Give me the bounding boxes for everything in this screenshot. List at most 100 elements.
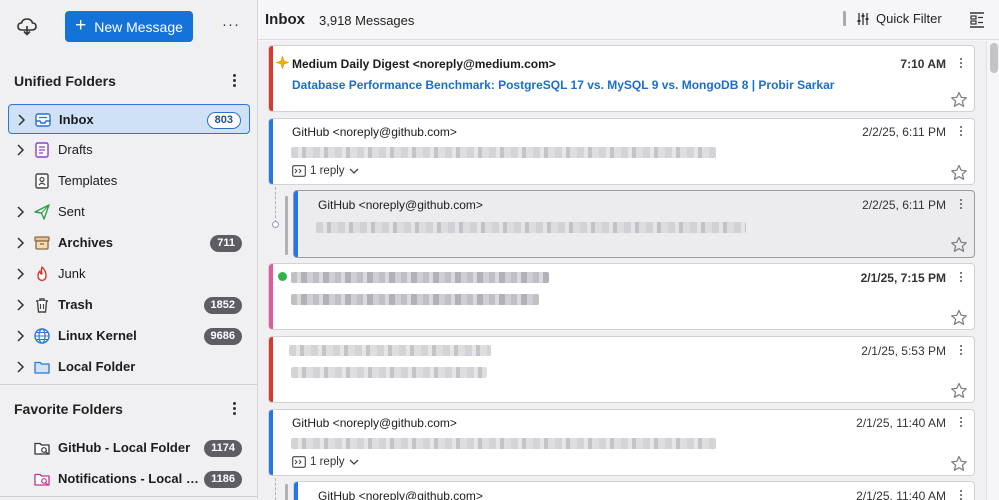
section-divider xyxy=(0,384,258,385)
message-sender: Medium Daily Digest <noreply@medium.com> xyxy=(292,57,556,71)
search-folder-icon xyxy=(34,442,50,455)
message-card[interactable]: 2/1/25, 5:53 PM xyxy=(268,336,975,403)
reply-count: 1 reply xyxy=(310,165,345,177)
star-icon[interactable] xyxy=(950,309,968,327)
sparkle-star-icon[interactable] xyxy=(276,56,289,69)
fire-icon xyxy=(37,266,47,282)
message-sender: GitHub <noreply@github.com> xyxy=(292,125,457,139)
message-subject[interactable]: Database Performance Benchmark: PostgreS… xyxy=(292,78,834,92)
message-menu-icon[interactable] xyxy=(957,197,965,211)
archives-icon xyxy=(34,236,50,250)
unified-folders-header[interactable]: Unified Folders xyxy=(0,66,258,96)
folder-label: GitHub - Local Folder xyxy=(58,440,191,455)
folder-label: Local Folder xyxy=(58,359,136,374)
search-folder-icon xyxy=(34,473,50,486)
folder-item-drafts[interactable]: Drafts xyxy=(8,135,250,165)
message-card[interactable]: GitHub <noreply@github.com> 2/2/25, 6:11… xyxy=(268,118,975,185)
chevron-down-icon xyxy=(349,459,358,465)
star-icon[interactable] xyxy=(950,236,968,254)
filter-sliders-icon xyxy=(857,12,869,25)
chevron-right-icon[interactable] xyxy=(16,236,26,250)
message-menu-icon[interactable] xyxy=(957,270,965,284)
folder-label: Linux Kernel xyxy=(58,328,137,343)
folder-label: Inbox xyxy=(59,112,94,127)
chevron-right-icon[interactable] xyxy=(16,360,26,374)
redacted-subject xyxy=(316,222,746,233)
toolbar-separator xyxy=(843,11,846,26)
favorite-item-notifications-local[interactable]: Notifications - Local … 1186 xyxy=(8,464,250,494)
section-divider xyxy=(0,496,258,497)
inbox-icon xyxy=(35,113,51,127)
folder-item-local-folder[interactable]: Local Folder xyxy=(8,352,250,382)
message-list[interactable]: Medium Daily Digest <noreply@medium.com>… xyxy=(258,41,986,500)
message-date: 2/1/25, 7:15 PM xyxy=(860,271,946,285)
tag-color-stripe xyxy=(269,337,273,402)
folder-item-junk[interactable]: Junk xyxy=(8,259,250,289)
message-menu-icon[interactable] xyxy=(957,56,965,70)
message-card-reply[interactable]: GitHub <noreply@github.com> 2/2/25, 6:11… xyxy=(293,190,975,258)
message-list-toolbar: Inbox 3,918 Messages Quick Filter xyxy=(258,0,999,40)
message-sender: GitHub <noreply@github.com> xyxy=(292,416,457,430)
folder-item-trash[interactable]: Trash 1852 xyxy=(8,290,250,320)
cloud-app-icon[interactable] xyxy=(16,15,38,37)
message-list-scrollbar[interactable] xyxy=(986,41,999,500)
sent-icon xyxy=(34,204,50,220)
star-icon[interactable] xyxy=(950,382,968,400)
message-count: 3,918 Messages xyxy=(319,13,415,28)
folder-item-sent[interactable]: Sent xyxy=(8,197,250,227)
message-card[interactable]: 2/1/25, 7:15 PM xyxy=(268,263,975,330)
folder-item-inbox[interactable]: Inbox 803 xyxy=(8,104,250,134)
thread-reply-toggle[interactable]: 1 reply xyxy=(292,165,359,177)
tag-color-stripe xyxy=(269,119,273,184)
layout-options-icon[interactable] xyxy=(969,11,985,29)
new-message-button[interactable]: + New Message xyxy=(65,11,193,42)
folder-title: Inbox xyxy=(265,11,305,28)
message-menu-icon[interactable] xyxy=(957,488,965,500)
folder-item-archives[interactable]: Archives 711 xyxy=(8,228,250,258)
message-date: 2/2/25, 6:11 PM xyxy=(862,125,946,139)
unread-count-badge: 803 xyxy=(206,112,241,129)
chevron-right-icon[interactable] xyxy=(16,205,26,219)
thread-reply-toggle[interactable]: 1 reply xyxy=(292,456,359,468)
message-card-reply[interactable]: GitHub <noreply@github.com> 2/1/25, 11:4… xyxy=(293,481,975,500)
message-sender: GitHub <noreply@github.com> xyxy=(318,198,483,212)
plus-icon: + xyxy=(75,15,87,36)
star-icon[interactable] xyxy=(950,91,968,109)
favorite-item-github-local-folder[interactable]: GitHub - Local Folder 1174 xyxy=(8,433,250,463)
unread-dot-icon[interactable] xyxy=(278,272,287,281)
message-menu-icon[interactable] xyxy=(957,124,965,138)
message-menu-icon[interactable] xyxy=(957,415,965,429)
redacted-subject xyxy=(291,294,539,305)
message-menu-icon[interactable] xyxy=(957,343,965,357)
chevron-right-icon[interactable] xyxy=(16,298,26,312)
folder-icon xyxy=(34,361,50,374)
templates-icon xyxy=(35,173,49,189)
chevron-right-icon[interactable] xyxy=(16,143,26,157)
star-icon[interactable] xyxy=(950,455,968,473)
message-card[interactable]: GitHub <noreply@github.com> 2/1/25, 11:4… xyxy=(268,409,975,476)
favorite-folders-menu-icon[interactable] xyxy=(226,400,242,418)
unified-folders-menu-icon[interactable] xyxy=(226,72,242,90)
star-icon[interactable] xyxy=(950,164,968,182)
unread-count-badge: 1174 xyxy=(204,440,242,457)
message-card[interactable]: Medium Daily Digest <noreply@medium.com>… xyxy=(268,45,975,112)
scrollbar-thumb[interactable] xyxy=(990,43,998,73)
folder-item-linux-kernel[interactable]: Linux Kernel 9686 xyxy=(8,321,250,351)
thread-node xyxy=(272,221,279,228)
favorite-folders-header[interactable]: Favorite Folders xyxy=(0,394,258,424)
chevron-right-icon[interactable] xyxy=(17,113,27,127)
chevron-right-icon[interactable] xyxy=(16,267,26,281)
thread-depth-bar xyxy=(285,196,288,255)
tag-color-stripe xyxy=(294,482,298,500)
chevron-right-icon[interactable] xyxy=(16,329,26,343)
more-options-icon[interactable]: ··· xyxy=(222,16,240,36)
folder-item-templates[interactable]: Templates xyxy=(8,166,250,196)
message-date: 2/1/25, 5:53 PM xyxy=(861,344,946,358)
message-date: 7:10 AM xyxy=(900,57,946,71)
thread-depth-bar xyxy=(285,484,288,500)
folder-label: Drafts xyxy=(58,142,93,157)
message-date: 2/1/25, 11:40 AM xyxy=(856,489,946,500)
chevron-down-icon xyxy=(349,168,358,174)
quick-filter-button[interactable]: Quick Filter xyxy=(843,11,942,26)
tag-color-stripe xyxy=(269,264,273,329)
